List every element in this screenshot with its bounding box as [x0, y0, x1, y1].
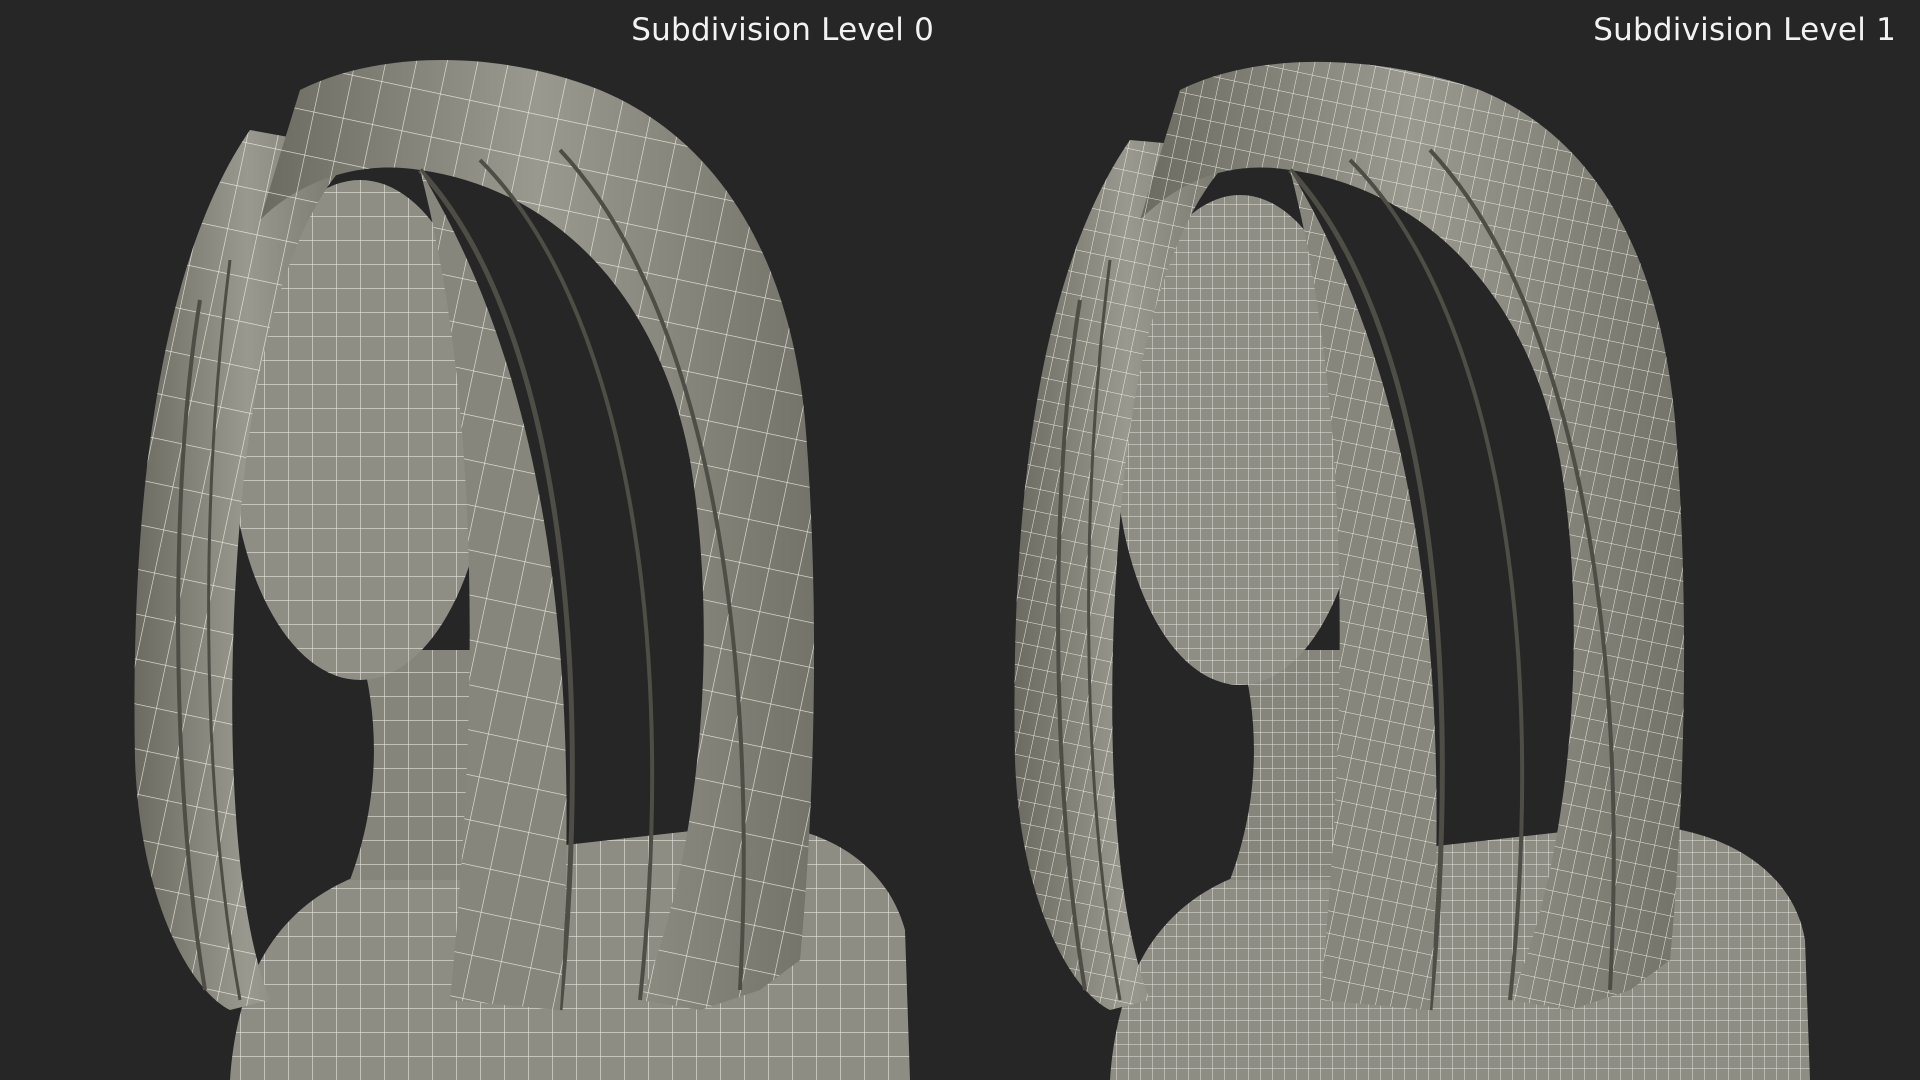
- hair-mesh-render-level-0: [134, 60, 910, 1080]
- subdivision-level-label: Subdivision Level 0: [631, 12, 934, 48]
- hair-mesh-render-level-1: [1014, 61, 1810, 1080]
- torso-mesh: [1110, 824, 1810, 1080]
- panel-subdivision-level-1: Subdivision Level 1: [960, 0, 1920, 1080]
- panel-subdivision-level-0: Subdivision Level 0: [0, 0, 960, 1080]
- subdivision-level-label: Subdivision Level 1: [1593, 12, 1896, 48]
